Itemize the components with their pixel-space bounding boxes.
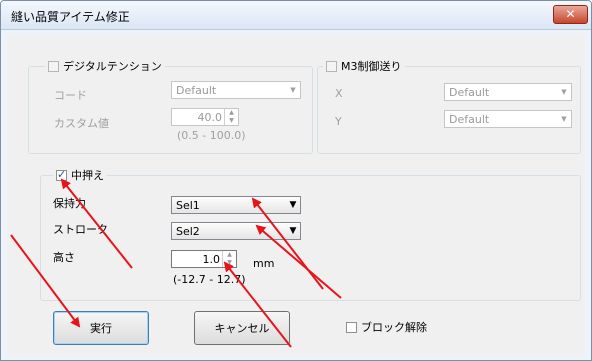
arrow-to-execute	[10, 234, 81, 328]
arrow-to-height	[223, 261, 292, 348]
annotation-arrows	[10, 178, 342, 348]
dialog-window: 縫い品質アイテム修正 ✕ デジタルテンション コード Default ▼ カスタ…	[0, 0, 592, 361]
arrow-to-checkbox	[60, 178, 133, 269]
arrow-to-hold-combo	[251, 197, 324, 290]
arrow-to-stroke-combo	[255, 224, 342, 299]
